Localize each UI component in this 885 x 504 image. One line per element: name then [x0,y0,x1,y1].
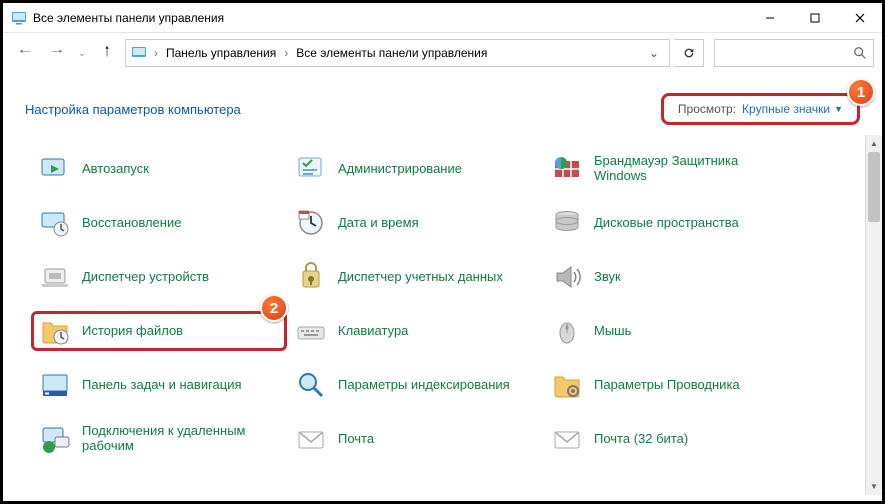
vertical-scrollbar[interactable]: ▲ ▼ [865,135,882,495]
window-controls [747,3,882,33]
clock-icon [294,206,328,240]
file-history-icon [38,314,72,348]
scroll-up-icon[interactable]: ▲ [866,135,883,152]
item-label: Подключения к удаленным рабочим [82,424,280,454]
item-mail[interactable]: Почта [287,419,543,459]
titlebar: Все элементы панели управления [3,3,882,33]
view-by-value: Крупные значки [742,102,830,116]
mouse-icon [550,314,584,348]
item-file-history[interactable]: История файлов 2 [31,311,287,351]
close-button[interactable] [837,3,882,33]
item-label: Администрирование [338,162,462,177]
item-defender-firewall[interactable]: Брандмауэр Защитника Windows [543,149,799,189]
item-label: История файлов [82,324,183,339]
item-label: Параметры Проводника [594,378,740,393]
item-credential-manager[interactable]: Диспетчер учетных данных [287,257,543,297]
item-label: Мышь [594,324,631,339]
search-input[interactable] [714,39,874,67]
recent-locations-button[interactable]: ⌄ [75,39,89,67]
item-mail-32bit[interactable]: Почта (32 бита) [543,419,799,459]
items-grid: Автозапуск Администрирование Брандмауэр … [31,149,872,459]
content-area: Автозапуск Администрирование Брандмауэр … [3,135,882,495]
mail-icon [294,422,328,456]
control-panel-small-icon [130,44,148,62]
item-mouse[interactable]: Мышь [543,311,799,351]
item-label: Звук [594,270,621,285]
item-label: Почта [338,432,374,447]
item-admin-tools[interactable]: Администрирование [287,149,543,189]
annotation-marker-1: 1 [847,78,875,106]
taskbar-icon [38,368,72,402]
item-sound[interactable]: Звук [543,257,799,297]
indexing-icon [294,368,328,402]
annotation-marker-2: 2 [260,294,288,322]
item-taskbar-nav[interactable]: Панель задач и навигация [31,365,287,405]
maximize-button[interactable] [792,3,837,33]
item-label: Дата и время [338,216,419,231]
item-label: Параметры индексирования [338,378,510,393]
item-label: Автозапуск [82,162,149,177]
minimize-button[interactable] [747,3,792,33]
item-storage-spaces[interactable]: Дисковые пространства [543,203,799,243]
chevron-down-icon: ▼ [834,104,843,114]
breadcrumb-dropdown-icon[interactable]: ⌄ [643,46,665,60]
view-by-label: Просмотр: [678,102,736,116]
view-by-dropdown[interactable]: Крупные значки ▼ [742,102,843,116]
item-explorer-options[interactable]: Параметры Проводника [543,365,799,405]
page-title: Настройка параметров компьютера [25,102,241,117]
item-label: Клавиатура [338,324,408,339]
navbar: 🠐 🠒 ⌄ 🠑 › Панель управления › Все элемен… [3,33,882,73]
firewall-icon [550,152,584,186]
item-label: Панель задач и навигация [82,378,242,393]
item-device-manager[interactable]: Диспетчер устройств [31,257,287,297]
scroll-thumb[interactable] [868,152,880,222]
chevron-right-icon[interactable]: › [282,46,290,60]
chevron-right-icon[interactable]: › [152,46,160,60]
item-autoplay[interactable]: Автозапуск [31,149,287,189]
item-label: Восстановление [82,216,181,231]
item-date-time[interactable]: Дата и время [287,203,543,243]
content-header: Настройка параметров компьютера Просмотр… [3,73,882,135]
storage-spaces-icon [550,206,584,240]
item-recovery[interactable]: Восстановление [31,203,287,243]
item-label: Почта (32 бита) [594,432,688,447]
item-label: Дисковые пространства [594,216,739,231]
search-icon [853,46,867,60]
sound-icon [550,260,584,294]
item-indexing-options[interactable]: Параметры индексирования [287,365,543,405]
scroll-down-icon[interactable]: ▼ [866,478,883,495]
item-label: Диспетчер учетных данных [338,270,503,285]
item-label: Брандмауэр Защитника Windows [594,154,792,184]
window-title: Все элементы панели управления [33,11,224,25]
view-by-control: Просмотр: Крупные значки ▼ 1 [661,93,860,125]
credential-manager-icon [294,260,328,294]
keyboard-icon [294,314,328,348]
forward-button[interactable]: 🠒 [43,39,71,67]
remote-desktop-icon [38,422,72,456]
device-manager-icon [38,260,72,294]
admin-tools-icon [294,152,328,186]
back-button[interactable]: 🠐 [11,39,39,67]
autoplay-icon [38,152,72,186]
breadcrumb-seg-1[interactable]: Панель управления [162,46,280,60]
mail-32bit-icon [550,422,584,456]
refresh-button[interactable] [674,39,704,67]
item-keyboard[interactable]: Клавиатура [287,311,543,351]
breadcrumb-seg-2[interactable]: Все элементы панели управления [292,46,491,60]
control-panel-icon [11,10,27,26]
item-remote-desktop[interactable]: Подключения к удаленным рабочим [31,419,287,459]
item-label: Диспетчер устройств [82,270,209,285]
up-button[interactable]: 🠑 [93,39,121,67]
folder-options-icon [550,368,584,402]
recovery-icon [38,206,72,240]
breadcrumb[interactable]: › Панель управления › Все элементы панел… [125,39,670,67]
